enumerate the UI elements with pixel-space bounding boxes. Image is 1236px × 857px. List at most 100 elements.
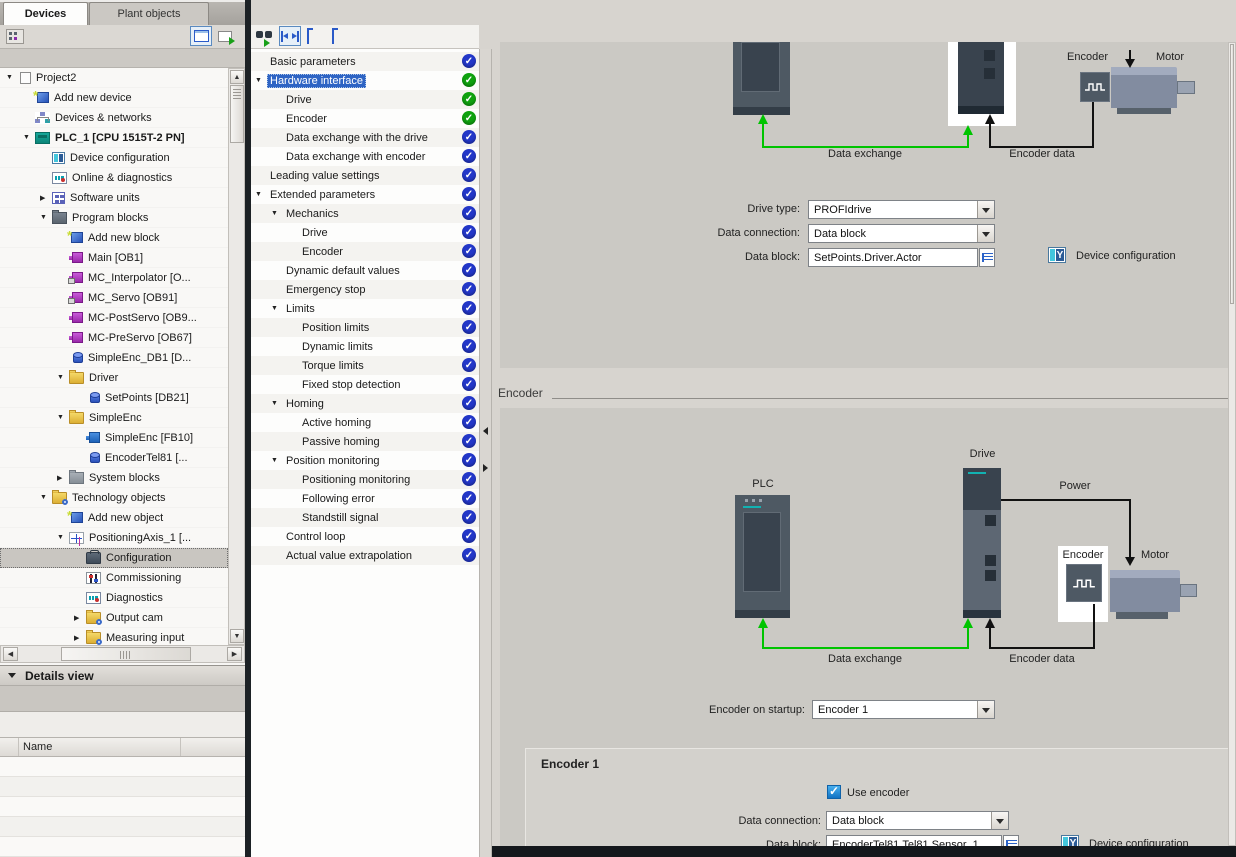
encoder-on-startup-select[interactable]: Encoder 1	[812, 700, 995, 719]
nav-item-data-exchange-with-encoder[interactable]: Data exchange with encoder	[251, 147, 479, 166]
tree-item-mc-postservo-ob9[interactable]: MC-PostServo [OB9...	[0, 308, 228, 328]
expand-arrow-icon[interactable]: ▼	[271, 210, 283, 217]
name-column-header[interactable]: Name	[19, 738, 181, 756]
nav-item-encoder[interactable]: Encoder	[251, 242, 479, 261]
nav-item-extended-parameters[interactable]: ▼Extended parameters	[251, 185, 479, 204]
tree-item-software-units[interactable]: ▶Software units	[0, 188, 228, 208]
open-in-window-button[interactable]	[214, 26, 236, 46]
content-vertical-scrollbar[interactable]	[1228, 42, 1236, 846]
collapse-arrow-icon[interactable]: ▶	[57, 474, 69, 482]
nav-item-fixed-stop-detection[interactable]: Fixed stop detection	[251, 375, 479, 394]
tree-item-add-new-object[interactable]: Add new object	[0, 508, 228, 528]
nav-item-dynamic-limits[interactable]: Dynamic limits	[251, 337, 479, 356]
expand-arrow-icon[interactable]: ▼	[23, 134, 35, 141]
nav-item-actual-value-extrapolation[interactable]: Actual value extrapolation	[251, 546, 479, 565]
function-view-icon[interactable]	[255, 29, 275, 45]
split-editor-button[interactable]	[279, 26, 301, 46]
scroll-right-icon[interactable]: ▶	[227, 647, 242, 661]
tab-plant-objects[interactable]: Plant objects	[89, 2, 209, 25]
nav-item-emergency-stop[interactable]: Emergency stop	[251, 280, 479, 299]
expand-arrow-icon[interactable]: ▼	[6, 74, 18, 81]
dropdown-arrow-icon[interactable]	[977, 225, 994, 242]
tree-item-device-configuration[interactable]: Device configuration	[0, 148, 228, 168]
nav-item-leading-value-settings[interactable]: Leading value settings	[251, 166, 479, 185]
nav-item-limits[interactable]: ▼Limits	[251, 299, 479, 318]
tree-item-configuration[interactable]: Configuration	[0, 548, 228, 568]
nav-item-basic-parameters[interactable]: Basic parameters	[251, 52, 479, 71]
tree-item-system-blocks[interactable]: ▶System blocks	[0, 468, 228, 488]
expand-arrow-icon[interactable]: ▼	[57, 534, 69, 541]
tree-item-mc-servo-ob91[interactable]: MC_Servo [OB91]	[0, 288, 228, 308]
encoder-data-connection-select[interactable]: Data block	[826, 811, 1009, 830]
tree-item-main-ob1[interactable]: Main [OB1]	[0, 248, 228, 268]
nav-item-torque-limits[interactable]: Torque limits	[251, 356, 479, 375]
expand-arrow-icon[interactable]: ▼	[57, 374, 69, 381]
drive-type-select[interactable]: PROFIdrive	[808, 200, 995, 219]
expand-all-folder-icon[interactable]	[307, 30, 309, 44]
list-view-button[interactable]	[190, 26, 212, 46]
tree-scroll-thumb[interactable]	[230, 85, 244, 143]
scroll-up-icon[interactable]: ▲	[230, 70, 244, 84]
content-scroll-thumb[interactable]	[1230, 44, 1234, 304]
tree-item-setpoints-db21[interactable]: SetPoints [DB21]	[0, 388, 228, 408]
tree-item-project2[interactable]: ▼Project2	[0, 68, 228, 88]
scroll-down-icon[interactable]: ▼	[230, 629, 244, 643]
nav-item-drive[interactable]: Drive	[251, 90, 479, 109]
tree-item-output-cam[interactable]: ▶Output cam	[0, 608, 228, 628]
tree-hscroll-thumb[interactable]	[61, 647, 191, 661]
data-block-input[interactable]: SetPoints.Driver.Actor	[808, 248, 978, 267]
nav-item-position-limits[interactable]: Position limits	[251, 318, 479, 337]
collapse-arrow-icon[interactable]: ▶	[74, 634, 86, 642]
tree-item-devices-networks[interactable]: Devices & networks	[0, 108, 228, 128]
expand-arrow-icon[interactable]: ▼	[271, 305, 283, 312]
collapse-arrow-icon[interactable]: ▶	[40, 194, 52, 202]
scroll-left-icon[interactable]: ◀	[3, 647, 18, 661]
details-view-header[interactable]: Details view	[0, 665, 245, 686]
tree-item-simpleenc-fb10[interactable]: SimpleEnc [FB10]	[0, 428, 228, 448]
expand-arrow-icon[interactable]: ▼	[40, 494, 52, 501]
nav-item-data-exchange-with-the-drive[interactable]: Data exchange with the drive	[251, 128, 479, 147]
nav-item-standstill-signal[interactable]: Standstill signal	[251, 508, 479, 527]
tree-vertical-scrollbar[interactable]: ▲ ▼	[228, 68, 245, 645]
nav-item-mechanics[interactable]: ▼Mechanics	[251, 204, 479, 223]
panel-splitter[interactable]	[479, 49, 492, 857]
device-configuration-link[interactable]: Device configuration	[1076, 250, 1176, 262]
nav-item-drive[interactable]: Drive	[251, 223, 479, 242]
expand-arrow-icon[interactable]: ▼	[40, 214, 52, 221]
tree-item-commissioning[interactable]: Commissioning	[0, 568, 228, 588]
dropdown-arrow-icon[interactable]	[977, 701, 994, 718]
dropdown-arrow-icon[interactable]	[977, 201, 994, 218]
tree-item-online-diagnostics[interactable]: Online & diagnostics	[0, 168, 228, 188]
expand-arrow-icon[interactable]: ▼	[271, 457, 283, 464]
tree-item-program-blocks[interactable]: ▼Program blocks	[0, 208, 228, 228]
tree-item-simpleenc[interactable]: ▼SimpleEnc	[0, 408, 228, 428]
collapse-arrow-icon[interactable]: ▶	[74, 614, 86, 622]
tree-item-add-new-block[interactable]: Add new block	[0, 228, 228, 248]
nav-item-homing[interactable]: ▼Homing	[251, 394, 479, 413]
dropdown-arrow-icon[interactable]	[991, 812, 1008, 829]
tree-item-mc-interpolator-o[interactable]: MC_Interpolator [O...	[0, 268, 228, 288]
expand-arrow-icon[interactable]: ▼	[255, 191, 267, 198]
tree-item-diagnostics[interactable]: Diagnostics	[0, 588, 228, 608]
tree-item-add-new-device[interactable]: Add new device	[0, 88, 228, 108]
tree-item-technology-objects[interactable]: ▼Technology objects	[0, 488, 228, 508]
collapse-all-folder-icon[interactable]	[332, 30, 334, 44]
tree-item-positioningaxis-1[interactable]: ▼PositioningAxis_1 [...	[0, 528, 228, 548]
nav-item-hardware-interface[interactable]: ▼Hardware interface	[251, 71, 479, 90]
tree-item-simpleenc-db1-d[interactable]: SimpleEnc_DB1 [D...	[0, 348, 228, 368]
filter-icon[interactable]	[6, 29, 24, 44]
use-encoder-checkbox[interactable]	[827, 785, 841, 799]
nav-item-encoder[interactable]: Encoder	[251, 109, 479, 128]
nav-item-position-monitoring[interactable]: ▼Position monitoring	[251, 451, 479, 470]
nav-item-active-homing[interactable]: Active homing	[251, 413, 479, 432]
expand-arrow-icon[interactable]: ▼	[255, 77, 267, 84]
expand-arrow-icon[interactable]: ▼	[57, 414, 69, 421]
nav-item-control-loop[interactable]: Control loop	[251, 527, 479, 546]
tree-item-driver[interactable]: ▼Driver	[0, 368, 228, 388]
nav-item-positioning-monitoring[interactable]: Positioning monitoring	[251, 470, 479, 489]
tab-devices[interactable]: Devices	[3, 2, 88, 25]
data-connection-select[interactable]: Data block	[808, 224, 995, 243]
tree-item-plc-1-cpu-1515t-2-pn[interactable]: ▼PLC_1 [CPU 1515T-2 PN]	[0, 128, 228, 148]
nav-item-passive-homing[interactable]: Passive homing	[251, 432, 479, 451]
nav-item-dynamic-default-values[interactable]: Dynamic default values	[251, 261, 479, 280]
